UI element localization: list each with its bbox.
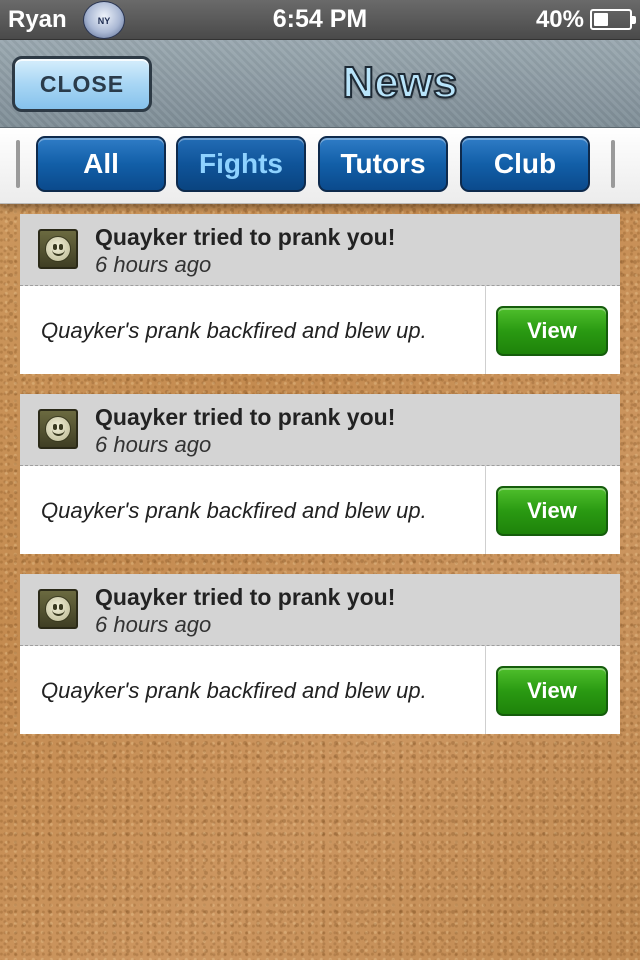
news-item-title: Quayker tried to prank you! xyxy=(95,224,396,250)
battery-fill xyxy=(594,13,609,26)
news-item-body: Quayker's prank backfired and blew up. V… xyxy=(20,646,620,734)
news-item-title: Quayker tried to prank you! xyxy=(95,404,396,430)
view-button[interactable]: View xyxy=(496,666,608,716)
page-title: News xyxy=(342,57,459,108)
battery-percentage: 40% xyxy=(535,6,584,33)
news-item-time: 6 hours ago xyxy=(95,612,212,637)
news-list: Quayker tried to prank you! 6 hours ago … xyxy=(20,214,620,754)
smiley-icon xyxy=(38,229,78,269)
news-item-text: Quayker's prank backfired and blew up. xyxy=(41,678,427,703)
tab-bar: All Fights Tutors Club xyxy=(0,128,640,204)
divider xyxy=(485,466,486,554)
view-button[interactable]: View xyxy=(496,306,608,356)
news-item-title: Quayker tried to prank you! xyxy=(95,584,396,610)
header: CLOSE News xyxy=(0,40,640,128)
news-item-time: 6 hours ago xyxy=(95,432,212,457)
news-item: Quayker tried to prank you! 6 hours ago … xyxy=(20,394,620,554)
news-item-text: Quayker's prank backfired and blew up. xyxy=(41,318,427,343)
smiley-icon xyxy=(38,589,78,629)
news-item: Quayker tried to prank you! 6 hours ago … xyxy=(20,574,620,734)
news-item-text: Quayker's prank backfired and blew up. xyxy=(41,498,427,523)
scroll-right-indicator xyxy=(608,140,618,188)
news-item-body: Quayker's prank backfired and blew up. V… xyxy=(20,286,620,374)
view-button[interactable]: View xyxy=(496,486,608,536)
divider xyxy=(485,646,486,734)
tab-fights[interactable]: Fights xyxy=(176,136,306,192)
news-item-header: Quayker tried to prank you! 6 hours ago xyxy=(20,394,620,466)
battery-icon xyxy=(590,9,636,30)
news-item-header: Quayker tried to prank you! 6 hours ago xyxy=(20,214,620,286)
divider xyxy=(485,286,486,374)
tab-tutors[interactable]: Tutors xyxy=(318,136,448,192)
scroll-left-indicator xyxy=(13,140,23,188)
news-item: Quayker tried to prank you! 6 hours ago … xyxy=(20,214,620,374)
news-item-header: Quayker tried to prank you! 6 hours ago xyxy=(20,574,620,646)
news-item-body: Quayker's prank backfired and blew up. V… xyxy=(20,466,620,554)
close-button[interactable]: CLOSE xyxy=(12,56,152,112)
status-bar: Ryan NY 6:54 PM 40% xyxy=(0,0,640,40)
tab-club[interactable]: Club xyxy=(460,136,590,192)
tab-all[interactable]: All xyxy=(36,136,166,192)
news-item-time: 6 hours ago xyxy=(95,252,212,277)
smiley-icon xyxy=(38,409,78,449)
